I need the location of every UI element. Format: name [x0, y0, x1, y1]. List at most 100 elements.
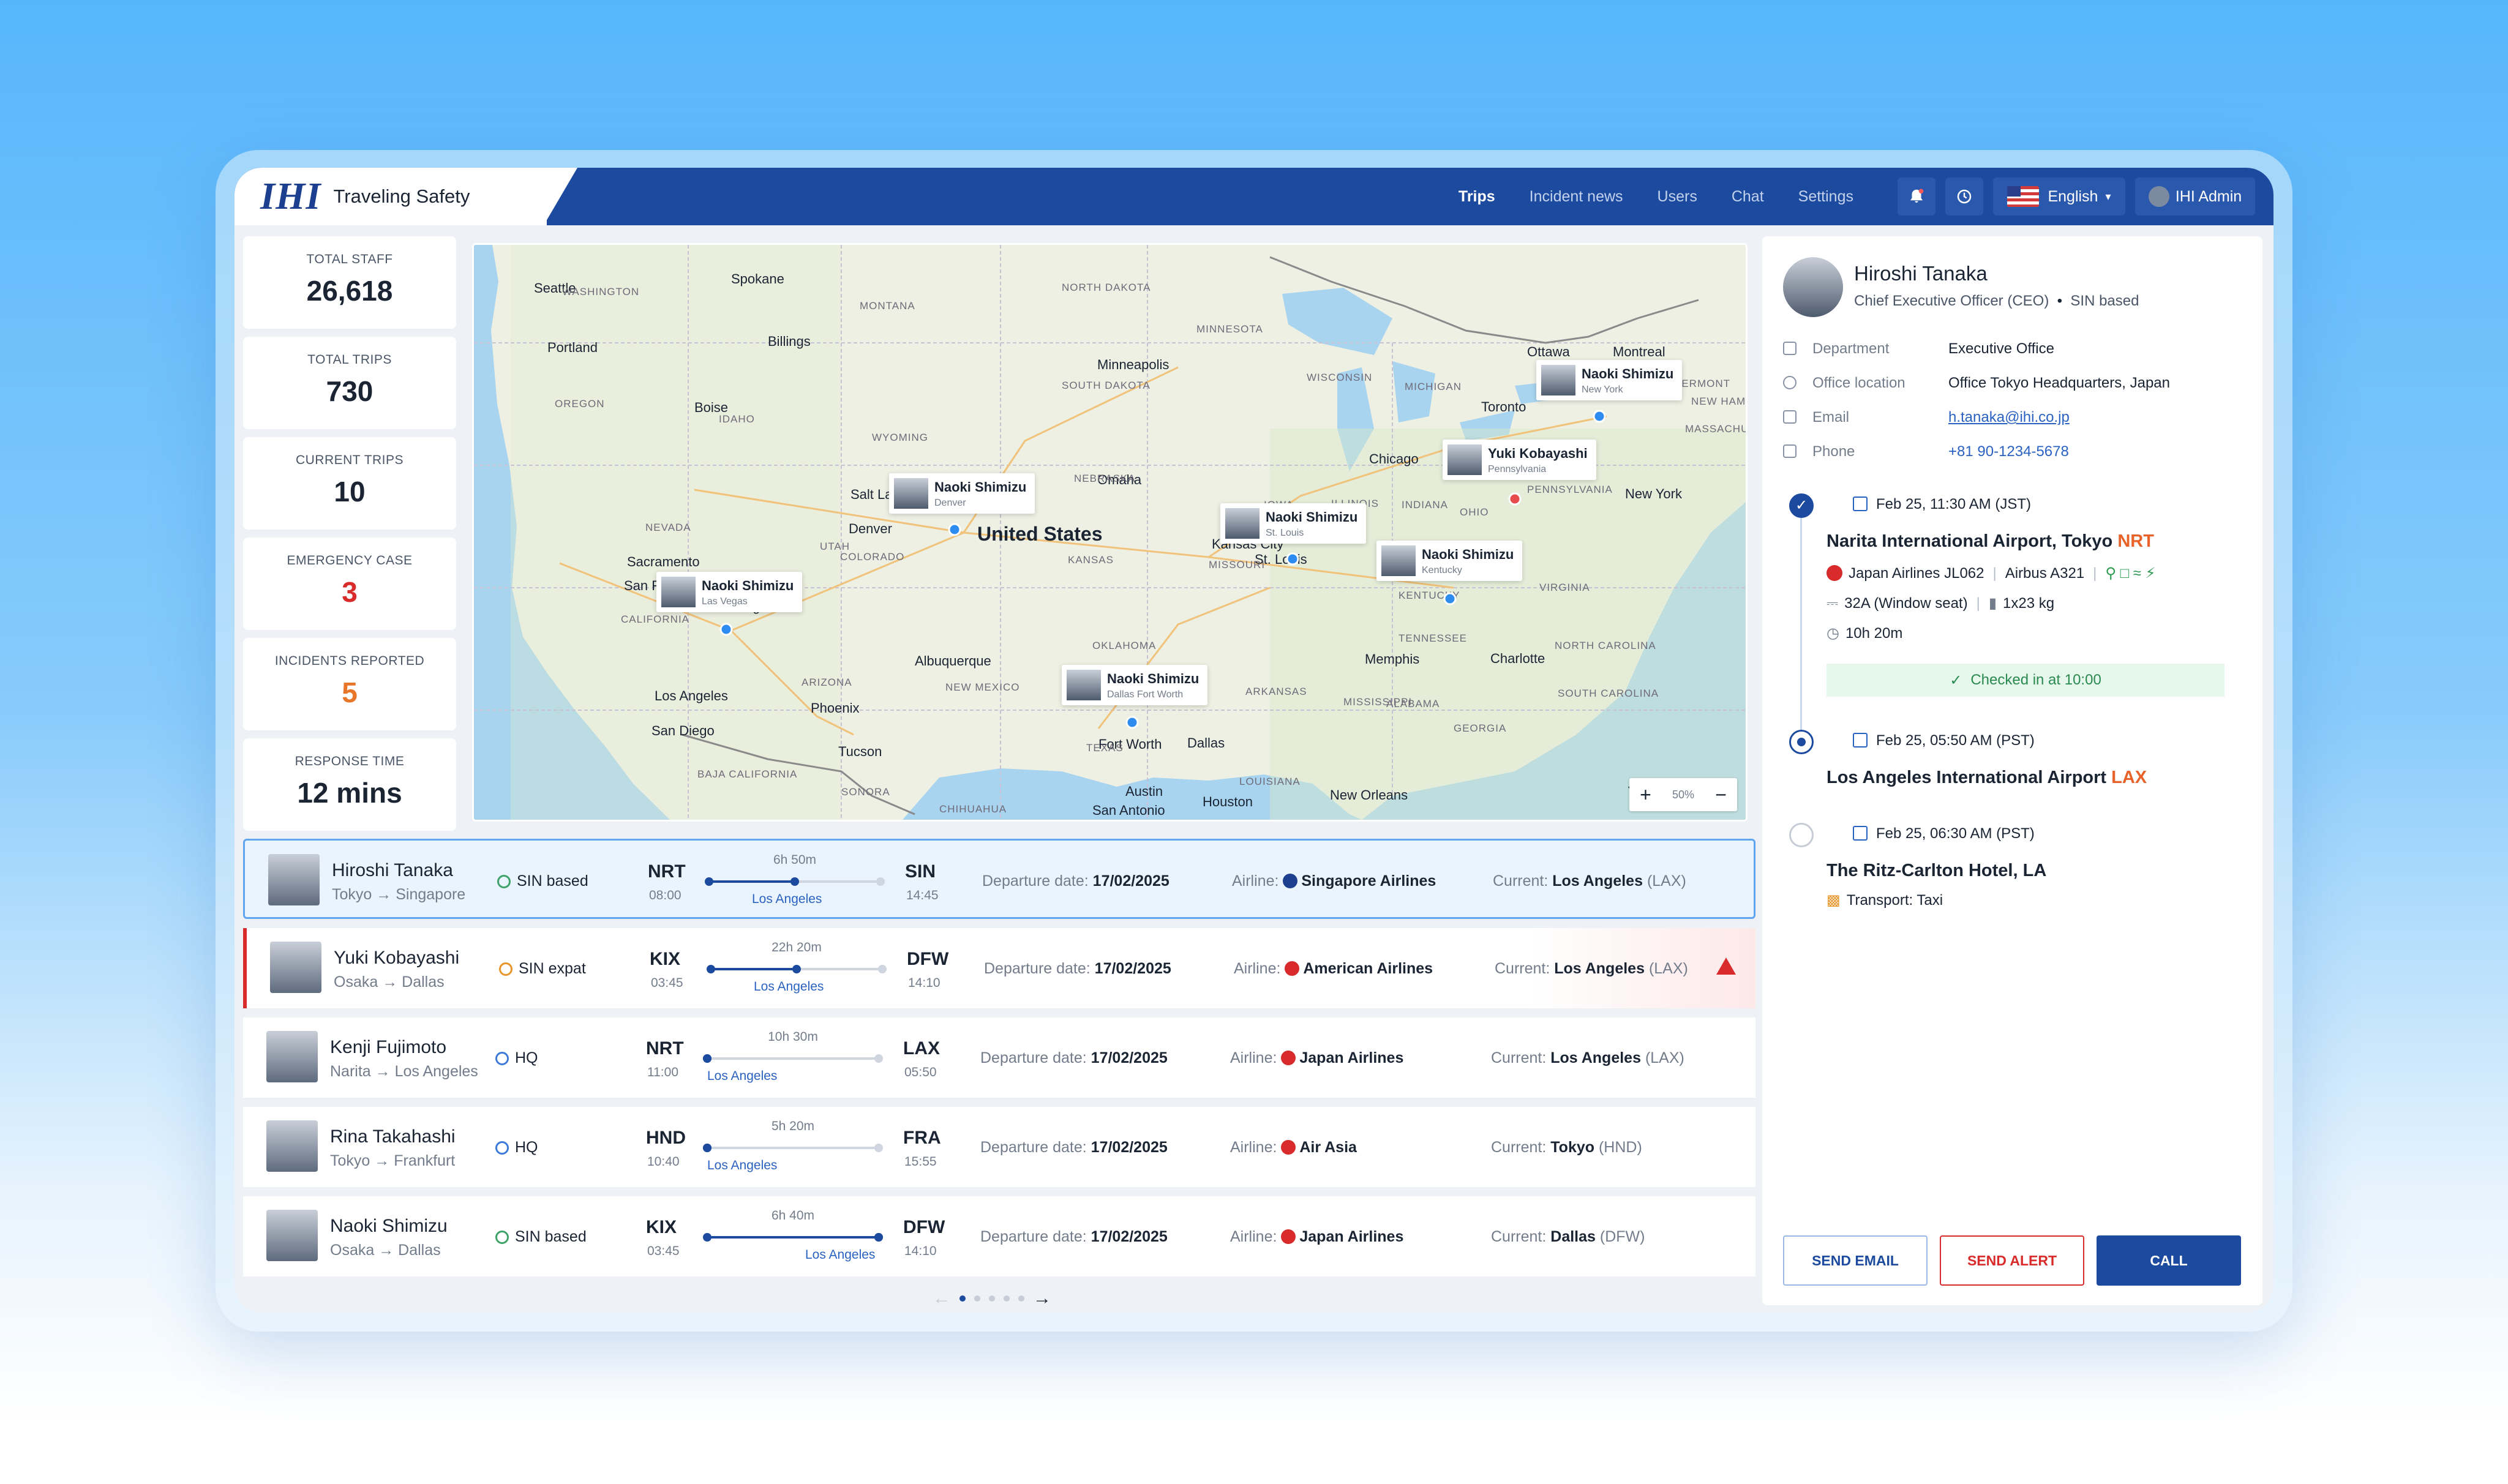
origin-code: NRT: [648, 861, 686, 882]
checked-in-badge: ✓ Checked in at 10:00: [1827, 664, 2225, 697]
call-button[interactable]: CALL: [2097, 1235, 2241, 1286]
page-dot-5[interactable]: [1018, 1295, 1024, 1302]
badge-icon: [495, 1051, 509, 1065]
user-menu[interactable]: IHI Admin: [2135, 178, 2255, 215]
map-region-label: WYOMING: [872, 432, 928, 443]
bell-icon[interactable]: [1898, 178, 1935, 215]
airline: Airline: Japan Airlines: [1230, 1228, 1404, 1245]
nav-chat[interactable]: Chat: [1732, 188, 1764, 206]
stats-panel: TOTAL STAFF 26,618 TOTAL TRIPS 730 CURRENT T…: [243, 236, 456, 839]
zoom-out-button[interactable]: −: [1715, 784, 1727, 806]
airline-logo-icon: [1283, 874, 1298, 888]
map-traveler-pin[interactable]: Naoki Shimizu Kentucky: [1376, 541, 1523, 581]
trip-row[interactable]: Kenji Fujimoto Narita → Los Angeles HQ N…: [243, 1017, 1755, 1098]
origin-time: 08:00: [649, 888, 681, 902]
page-dot-1[interactable]: [959, 1295, 966, 1302]
page-dot-2[interactable]: [974, 1295, 980, 1302]
prev-page-arrow-icon[interactable]: ←: [933, 1288, 951, 1309]
stat-card: EMERGENCY CASE 3: [243, 538, 456, 630]
trip-map[interactable]: Seattle Portland Spokane Billings Boise Salt …: [472, 243, 1748, 822]
trip-row[interactable]: Hiroshi Tanaka Tokyo → Singapore SIN bas…: [243, 839, 1755, 919]
origin-code: KIX: [646, 1217, 677, 1237]
send-email-button[interactable]: SEND EMAIL: [1783, 1235, 1928, 1286]
map-city-label: Portland: [547, 340, 598, 355]
calendar-icon: [1853, 497, 1868, 511]
nav-settings[interactable]: Settings: [1798, 188, 1853, 206]
phone-link[interactable]: +81 90-1234-5678: [1948, 443, 2069, 460]
location-marker[interactable]: [719, 623, 733, 636]
timeline-date-2: Feb 25, 05:50 AM (PST): [1853, 732, 2035, 749]
map-region-label: MASSACHUSETTS: [1685, 423, 1746, 435]
map-canvas[interactable]: SeattlePortlandSpokaneBillingsBoiseSalt …: [474, 245, 1746, 820]
pin-name: Naoki Shimizu: [1266, 509, 1358, 525]
map-traveler-pin[interactable]: Naoki Shimizu Las Vegas: [656, 572, 803, 612]
warning-icon[interactable]: [1716, 957, 1736, 975]
departure-date: Departure date: 17/02/2025: [980, 1049, 1168, 1066]
map-region-label: NEVADA: [645, 522, 691, 533]
map-region-label: OHIO: [1460, 506, 1489, 518]
traveler-name: Naoki Shimizu: [330, 1216, 448, 1236]
traveler-photo: [266, 1210, 318, 1261]
map-traveler-pin[interactable]: Naoki Shimizu St. Louis: [1220, 503, 1367, 544]
current-location: Current: Dallas (DFW): [1491, 1228, 1645, 1245]
profile-name: Hiroshi Tanaka: [1854, 262, 1988, 285]
info-value: Office Tokyo Headquarters, Japan: [1948, 375, 2170, 391]
timeline-place-1: Narita International Airport, Tokyo NRT: [1827, 531, 2154, 551]
map-traveler-pin[interactable]: Yuki Kobayashi Pennsylvania: [1443, 440, 1596, 480]
airline-logo-icon: [1281, 1051, 1296, 1065]
map-region-label: CALIFORNIA: [621, 613, 689, 625]
map-country-label: United States: [977, 523, 1102, 545]
map-region-label: SONORA: [841, 786, 890, 798]
map-city-label: New York: [1625, 486, 1683, 501]
traveler-photo: [270, 942, 321, 993]
destination-time: 15:55: [904, 1155, 937, 1169]
destination-code: DFW: [903, 1217, 945, 1237]
map-region-label: LOUISIANA: [1239, 776, 1301, 787]
app-name: Traveling Safety: [333, 186, 470, 207]
email-link[interactable]: h.tanaka@ihi.co.jp: [1948, 409, 2070, 426]
map-city-label: Albuquerque: [915, 653, 991, 669]
stopover-city: Los Angeles: [752, 892, 822, 906]
destination-time: 14:10: [904, 1244, 937, 1258]
traveler-badge: HQ: [495, 1139, 538, 1156]
language-select[interactable]: English ▾: [1993, 178, 2125, 215]
flight-duration: 6h 40m: [771, 1209, 815, 1223]
map-city-label: Minneapolis: [1097, 357, 1169, 372]
location-marker[interactable]: [1443, 592, 1457, 605]
trip-row[interactable]: Rina Takahashi Tokyo → Frankfurt HQ HND …: [243, 1107, 1755, 1187]
location-marker[interactable]: [948, 523, 961, 536]
airline-logo-icon: [1281, 1140, 1296, 1155]
brand[interactable]: IHI Traveling Safety: [235, 168, 547, 225]
location-marker[interactable]: [1125, 716, 1139, 729]
calendar-icon: [1853, 826, 1868, 841]
trip-row[interactable]: Naoki Shimizu Osaka → Dallas SIN based K…: [243, 1196, 1755, 1276]
airline: Airline: American Airlines: [1234, 960, 1433, 977]
next-page-arrow-icon[interactable]: →: [1033, 1288, 1051, 1309]
zoom-in-button[interactable]: +: [1640, 784, 1651, 806]
traveler-badge: SIN based: [497, 872, 588, 890]
location-marker[interactable]: [1508, 492, 1522, 506]
pin-name: Naoki Shimizu: [1582, 366, 1674, 381]
traveler-route: Narita → Los Angeles: [330, 1063, 478, 1080]
flight-duration: 22h 20m: [772, 940, 822, 954]
map-traveler-pin[interactable]: Naoki Shimizu Dallas Fort Worth: [1062, 665, 1208, 705]
action-buttons: SEND EMAIL SEND ALERT CALL: [1783, 1235, 2241, 1286]
map-traveler-pin[interactable]: Naoki Shimizu New York: [1536, 360, 1683, 400]
nav-users[interactable]: Users: [1658, 188, 1697, 206]
page-dot-3[interactable]: [989, 1295, 995, 1302]
map-city-label: Charlotte: [1490, 651, 1545, 666]
stat-value: 26,618: [306, 275, 393, 307]
history-icon[interactable]: [1945, 178, 1983, 215]
location-marker[interactable]: [1286, 552, 1299, 566]
location-marker[interactable]: [1593, 410, 1606, 423]
map-traveler-pin[interactable]: Naoki Shimizu Denver: [889, 473, 1035, 514]
timeline-check-icon: ✓: [1789, 493, 1814, 518]
nav-trips[interactable]: Trips: [1459, 188, 1495, 206]
nav-incident-news[interactable]: Incident news: [1530, 188, 1623, 206]
traveler-badge: SIN expat: [499, 960, 586, 978]
profile-role: Chief Executive Officer (CEO) • SIN base…: [1854, 293, 2139, 309]
page-dot-4[interactable]: [1004, 1295, 1010, 1302]
send-alert-button[interactable]: SEND ALERT: [1940, 1235, 2084, 1286]
trip-row[interactable]: Yuki Kobayashi Osaka → Dallas SIN expat …: [243, 928, 1755, 1008]
language-label: English: [2048, 187, 2098, 205]
